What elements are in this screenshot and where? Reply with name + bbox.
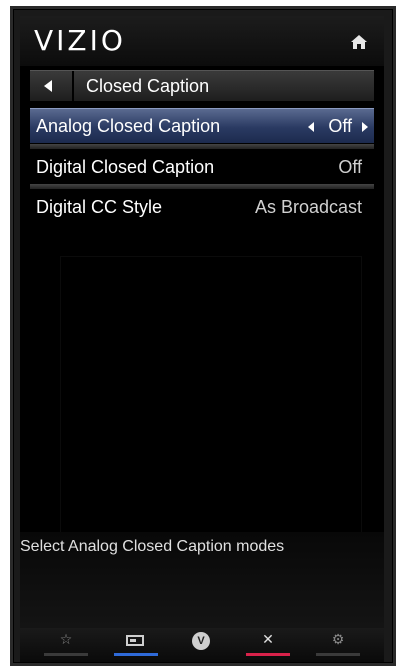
chevron-left-icon[interactable] — [308, 122, 314, 132]
title-divider — [72, 71, 74, 101]
footer-button-favorites[interactable]: ☆ — [40, 628, 92, 662]
row-divider — [30, 144, 374, 149]
menu-item-value: Off — [338, 157, 362, 177]
menu-item-value: As Broadcast — [254, 197, 362, 217]
title-bar: Closed Caption — [30, 70, 374, 101]
footer-button-bar — [44, 653, 88, 656]
menu-item-digital-cc-style[interactable]: Digital CC Style As Broadcast — [30, 190, 374, 224]
gear-icon: ⚙ — [331, 632, 345, 648]
close-icon: ✕ — [262, 632, 274, 648]
background-ghost — [60, 256, 362, 538]
star-icon: ☆ — [59, 632, 73, 648]
menu-item-digital-closed-caption[interactable]: Digital Closed Caption Off — [30, 150, 374, 184]
footer-button-vizio[interactable]: V — [176, 628, 228, 662]
header: VIZIO — [20, 16, 384, 66]
footer-bar: ☆ V ✕ ⚙ — [20, 628, 384, 662]
menu-item-analog-closed-caption[interactable]: Analog Closed Caption Off — [30, 108, 374, 143]
page-title: Closed Caption — [86, 76, 210, 96]
row-divider — [30, 184, 374, 189]
vizio-logo: VIZIO — [34, 24, 126, 57]
chevron-right-icon[interactable] — [362, 122, 368, 132]
footer-button-bar — [246, 653, 290, 656]
footer-button-bar — [316, 653, 360, 656]
footer-button-bar — [114, 653, 158, 656]
menu-item-value: Off — [328, 116, 352, 136]
input-icon — [126, 635, 144, 646]
menu-panel: VIZIO Closed Caption Analog Closed Capti… — [20, 16, 384, 662]
footer-button-input[interactable] — [110, 628, 162, 662]
menu-item-label: Digital CC Style — [36, 197, 163, 217]
menu-item-label: Analog Closed Caption — [36, 116, 221, 136]
menu-item-label: Digital Closed Caption — [36, 157, 215, 177]
home-icon[interactable] — [350, 34, 368, 50]
footer-button-exit[interactable]: ✕ — [242, 628, 294, 662]
footer-button-settings[interactable]: ⚙ — [312, 628, 364, 662]
v-logo-icon: V — [192, 632, 210, 650]
help-text: Select Analog Closed Caption modes — [20, 538, 285, 555]
back-arrow-icon[interactable] — [44, 80, 52, 92]
